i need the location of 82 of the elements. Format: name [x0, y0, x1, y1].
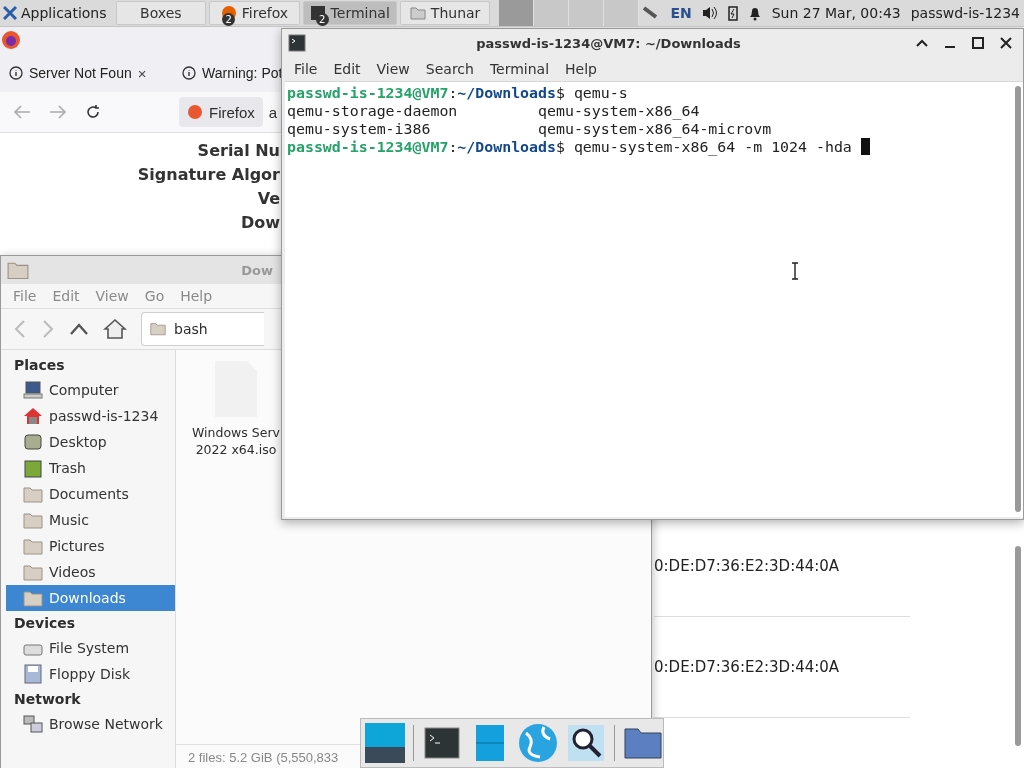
computer-icon — [23, 380, 43, 400]
browser-logo-icon — [187, 104, 203, 120]
volume-icon — [701, 6, 718, 20]
folder-icon — [409, 6, 426, 20]
close-icon — [1000, 37, 1012, 49]
menu-item[interactable]: Edit — [325, 61, 369, 77]
field-label: Ve — [257, 189, 280, 208]
clock: Sun 27 Mar, 00:43 — [771, 5, 901, 21]
sidebar-item[interactable]: Desktop — [6, 429, 175, 455]
sidebar-item[interactable]: Computer — [6, 377, 175, 403]
sidebar-item[interactable]: Music — [6, 507, 175, 533]
terminal-icon — [309, 5, 326, 21]
sidebar-item[interactable]: Documents — [6, 481, 175, 507]
home-icon — [23, 406, 43, 426]
up-icon[interactable] — [69, 322, 89, 336]
menu-item[interactable]: Help — [557, 61, 605, 77]
globe-button[interactable] — [518, 722, 558, 764]
applications-menu[interactable]: Applications — [0, 1, 113, 25]
bell-icon — [747, 5, 762, 21]
user-name: passwd-is-1234 — [910, 5, 1020, 21]
window-title: passwd-is-1234@VM7: ~/Downloads — [475, 35, 742, 51]
taskbar-button[interactable]: Thunar — [399, 1, 491, 25]
browser-tab[interactable]: Warning: Pot — [172, 65, 283, 81]
folder-icon — [23, 589, 43, 607]
folder-icon — [23, 537, 43, 555]
browser-logo-icon — [1, 30, 21, 50]
sidebar-item[interactable]: Browse Network — [6, 711, 175, 737]
folder-icon — [23, 563, 43, 581]
status-text: 2 files: 5.2 GiB (5,550,833 — [188, 749, 339, 765]
site-identity[interactable]: Firefox — [179, 97, 263, 127]
show-desktop-button[interactable] — [365, 722, 405, 764]
fingerprint-value: 0:DE:D7:36:E2:3D:44:0A — [654, 557, 840, 575]
sidebar-heading: Places — [13, 356, 66, 375]
terminal-line: passwd-is-1234@VM7:~/Downloads$ qemu-s — [287, 84, 628, 102]
field-label: Dow — [240, 213, 280, 232]
url-text: a — [268, 103, 278, 121]
terminal-line: passwd-is-1234@VM7:~/Downloads$ qemu-system-x86_64 -m 1024 -hda — [287, 138, 853, 156]
search-button[interactable] — [566, 722, 607, 764]
minimize-icon — [944, 46, 956, 48]
terminal-icon — [288, 34, 306, 52]
info-icon — [9, 66, 23, 80]
sidebar-heading: Devices — [13, 614, 77, 633]
battery-icon — [727, 5, 738, 21]
terminal-output: qemu-system-x86_64 — [538, 102, 700, 120]
sidebar-heading: Network — [13, 690, 82, 709]
file-name[interactable]: Windows Serv 2022 x64.iso — [192, 424, 280, 458]
sidebar-item[interactable]: Videos — [6, 559, 175, 585]
sidebar-item[interactable]: Downloads — [6, 585, 175, 611]
workspace-switcher[interactable] — [499, 0, 640, 26]
home-icon[interactable] — [103, 318, 127, 340]
path-field[interactable]: bash — [141, 312, 264, 346]
window-title: Dow — [241, 262, 273, 278]
menu-item[interactable]: File — [286, 61, 326, 77]
sidebar-item[interactable]: passwd-is-1234 — [6, 403, 175, 429]
folder-icon — [23, 485, 43, 503]
text-cursor-icon — [791, 262, 799, 280]
field-label: Signature Algor — [137, 165, 280, 184]
terminal-output: qemu-system-x86_64-microvm — [538, 120, 772, 138]
terminal-output: qemu-storage-daemon — [287, 102, 458, 120]
caret-up-icon — [916, 39, 928, 47]
sidebar-item[interactable]: Trash — [6, 455, 175, 481]
keyboard-layout: EN — [670, 5, 692, 21]
menu-item[interactable]: Terminal — [481, 61, 558, 77]
reload-icon[interactable] — [85, 104, 101, 120]
taskbar-button[interactable]: 2 Firefox — [209, 1, 300, 25]
folder-icon — [23, 511, 43, 529]
sidebar-item[interactable]: Pictures — [6, 533, 175, 559]
maximize-icon — [972, 37, 984, 49]
close-tab-button[interactable]: × — [137, 64, 147, 82]
sidebar-item[interactable]: Floppy Disk — [6, 661, 175, 687]
sidebar-item[interactable]: File System — [6, 635, 175, 661]
browser-tab[interactable]: Server Not Foun × — [0, 64, 172, 82]
taskbar-button[interactable]: 2 Terminal — [302, 1, 397, 25]
menu-item[interactable]: View — [368, 61, 418, 77]
menu-item[interactable]: Search — [417, 61, 482, 77]
info-icon — [182, 66, 196, 80]
folder-icon — [7, 260, 29, 280]
taskbar-button[interactable]: Boxes — [115, 1, 207, 25]
folder-icon — [150, 322, 166, 336]
field-label: Serial Nu — [197, 141, 280, 160]
terminal-output: qemu-system-i386 — [287, 120, 431, 138]
fingerprint-value: 0:DE:D7:36:E2:3D:44:0A — [654, 658, 840, 676]
